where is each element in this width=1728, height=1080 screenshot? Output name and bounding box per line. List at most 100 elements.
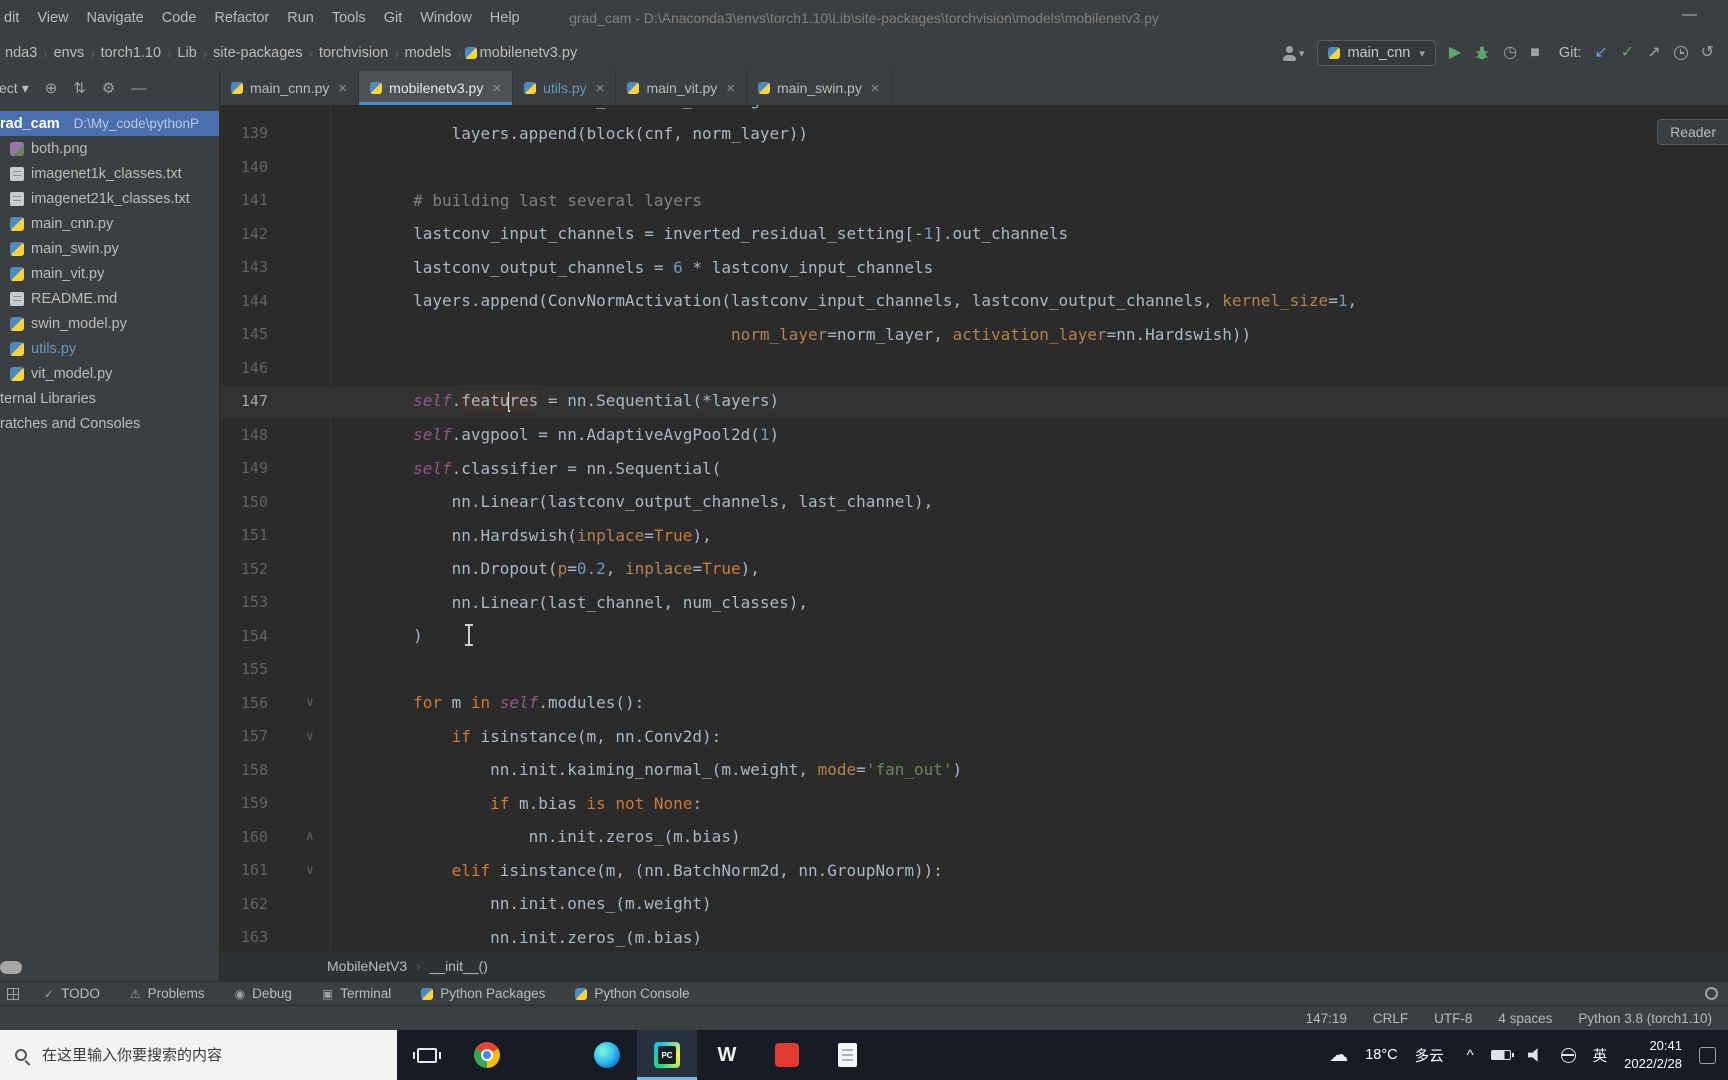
code-line-156[interactable]: 156 ∨ for m in self.modules(): xyxy=(220,686,1728,720)
code-line-146[interactable]: 146 xyxy=(220,351,1728,385)
hidden-icons-chevron[interactable]: ^ xyxy=(1467,1047,1474,1064)
code-line-143[interactable]: 143 lastconv_output_channels = 6 * lastc… xyxy=(220,251,1728,285)
tool-window-terminal[interactable]: ▣ Terminal xyxy=(307,982,406,1005)
close-tab-icon[interactable]: × xyxy=(871,80,880,97)
code-editor[interactable]: 138 for cnf in inverted_residual_setting… xyxy=(220,105,1728,950)
status-147-19[interactable]: 147:19 xyxy=(1306,1011,1347,1026)
tree-item-main_swin.py[interactable]: main_swin.py xyxy=(0,236,219,261)
code-line-140[interactable]: 140 xyxy=(220,150,1728,184)
line-number[interactable]: 158 xyxy=(220,761,268,779)
line-number[interactable]: 139 xyxy=(220,124,268,142)
code-line-154[interactable]: 154 ) xyxy=(220,619,1728,653)
line-number[interactable]: 145 xyxy=(220,325,268,343)
line-number[interactable]: 155 xyxy=(220,660,268,678)
close-tab-icon[interactable]: × xyxy=(596,80,605,97)
line-number[interactable]: 138 xyxy=(220,105,268,109)
code-line-163[interactable]: 163 nn.init.zeros_(m.bias) xyxy=(220,921,1728,951)
code-line-159[interactable]: 159 if m.bias is not None: xyxy=(220,787,1728,821)
tool-window-python-packages[interactable]: Python Packages xyxy=(406,982,560,1005)
tree-item-ternal-Libraries[interactable]: ternal Libraries xyxy=(0,386,219,411)
status-4-spaces[interactable]: 4 spaces xyxy=(1498,1011,1552,1026)
taskbar-search[interactable] xyxy=(0,1030,397,1080)
code-line-151[interactable]: 151 nn.Hardswish(inplace=True), xyxy=(220,519,1728,553)
weather-description[interactable]: 多云 xyxy=(1415,1045,1444,1066)
code-line-152[interactable]: 152 nn.Dropout(p=0.2, inplace=True), xyxy=(220,552,1728,586)
line-number[interactable]: 151 xyxy=(220,526,268,544)
tab-main_swin.py[interactable]: main_swin.py × xyxy=(747,71,892,105)
taskbar-app-chrome[interactable] xyxy=(457,1030,517,1080)
code-line-161[interactable]: 161 ∨ elif isinstance(m, (nn.BatchNorm2d,… xyxy=(220,854,1728,888)
taskbar-app-pycharm[interactable]: PC xyxy=(637,1030,697,1080)
code-line-145[interactable]: 145 norm_layer=norm_layer, activation_la… xyxy=(220,318,1728,352)
menu-item-refactor[interactable]: Refactor xyxy=(205,10,278,26)
line-number[interactable]: 157 xyxy=(220,727,268,745)
code-line-142[interactable]: 142 lastconv_input_channels = inverted_r… xyxy=(220,217,1728,251)
code-line-141[interactable]: 141 # building last several layers xyxy=(220,184,1728,218)
line-number[interactable]: 160 xyxy=(220,828,268,846)
line-number[interactable]: 153 xyxy=(220,593,268,611)
line-number[interactable]: 162 xyxy=(220,895,268,913)
locate-file-icon[interactable]: ⊕ xyxy=(45,79,58,97)
code-line-149[interactable]: 149 self.classifier = nn.Sequential( xyxy=(220,452,1728,486)
breadcrumb-item[interactable]: nda3 xyxy=(2,45,40,61)
close-tab-icon[interactable]: × xyxy=(338,80,347,97)
fold-marker-icon[interactable]: ∨ xyxy=(268,729,330,744)
fold-marker-icon[interactable]: ∨ xyxy=(268,695,330,710)
code-line-153[interactable]: 153 nn.Linear(last_channel, num_classes)… xyxy=(220,586,1728,620)
volume-icon[interactable] xyxy=(1527,1048,1538,1062)
tool-window-debug[interactable]: ◉ Debug xyxy=(220,982,307,1005)
tree-item-main_cnn.py[interactable]: main_cnn.py xyxy=(0,211,219,236)
reader-mode-popup[interactable]: Reader xyxy=(1657,119,1728,145)
editor-breadcrumb-item[interactable]: __init__() xyxy=(427,958,491,974)
tool-window-python-console[interactable]: Python Console xyxy=(560,982,704,1005)
menu-item-git[interactable]: Git xyxy=(375,10,412,26)
tool-windows-grid-icon[interactable] xyxy=(7,987,19,1000)
fold-marker-icon[interactable]: ∧ xyxy=(268,829,330,844)
commit-button[interactable]: ✓ xyxy=(1621,45,1634,61)
close-tab-icon[interactable]: × xyxy=(492,80,501,97)
user-account-button[interactable]: ▾ xyxy=(1282,45,1304,61)
menu-item-run[interactable]: Run xyxy=(278,10,323,26)
line-number[interactable]: 154 xyxy=(220,627,268,645)
breadcrumb-item[interactable]: mobilenetv3.py xyxy=(477,45,581,61)
tree-item-both.png[interactable]: both.png xyxy=(0,136,219,161)
code-line-157[interactable]: 157 ∨ if isinstance(m, nn.Conv2d): xyxy=(220,720,1728,754)
notification-center-icon[interactable] xyxy=(1699,1046,1716,1064)
fold-marker-icon[interactable]: ∨ xyxy=(268,863,330,878)
code-line-162[interactable]: 162 nn.init.ones_(m.weight) xyxy=(220,887,1728,921)
gear-icon[interactable]: ⚙ xyxy=(102,79,115,97)
line-number[interactable]: 150 xyxy=(220,493,268,511)
network-icon[interactable] xyxy=(1560,1047,1576,1063)
tree-item-imagenet1k_classes.txt[interactable]: imagenet1k_classes.txt xyxy=(0,161,219,186)
clock[interactable]: 20:41 2022/2/28 xyxy=(1624,1037,1682,1073)
update-project-button[interactable]: ↙ xyxy=(1594,45,1607,61)
tree-item-utils.py[interactable]: utils.py xyxy=(0,336,219,361)
line-number[interactable]: 159 xyxy=(220,794,268,812)
weather-temperature[interactable]: 18°C xyxy=(1365,1047,1397,1063)
panel-scrollbar[interactable] xyxy=(0,961,22,974)
rollback-button[interactable]: ↺ xyxy=(1701,45,1714,61)
taskbar-app-doc[interactable] xyxy=(817,1030,877,1080)
line-number[interactable]: 146 xyxy=(220,359,268,377)
tab-mobilenetv3.py[interactable]: mobilenetv3.py × xyxy=(359,71,514,105)
input-language-indicator[interactable]: 英 xyxy=(1593,1045,1608,1066)
line-number[interactable]: 140 xyxy=(220,158,268,176)
tool-window-todo[interactable]: ✓ TODO xyxy=(29,982,115,1005)
tab-utils.py[interactable]: utils.py × xyxy=(513,71,617,105)
event-log-icon[interactable] xyxy=(1705,987,1718,1000)
line-number[interactable]: 144 xyxy=(220,292,268,310)
battery-icon[interactable] xyxy=(1490,1050,1514,1060)
tab-main_vit.py[interactable]: main_vit.py × xyxy=(616,71,748,105)
status-CRLF[interactable]: CRLF xyxy=(1373,1011,1408,1026)
status-UTF-8[interactable]: UTF-8 xyxy=(1434,1011,1472,1026)
code-line-150[interactable]: 150 nn.Linear(lastconv_output_channels, … xyxy=(220,485,1728,519)
minimize-button[interactable]: — xyxy=(1672,0,1707,29)
code-line-148[interactable]: 148 self.avgpool = nn.AdaptiveAvgPool2d(… xyxy=(220,418,1728,452)
breadcrumb-item[interactable]: envs xyxy=(51,45,88,61)
line-number[interactable]: 148 xyxy=(220,426,268,444)
breadcrumb-item[interactable]: torch1.10 xyxy=(98,45,164,61)
line-number[interactable]: 163 xyxy=(220,928,268,946)
close-tab-icon[interactable]: × xyxy=(726,80,735,97)
profiler-button[interactable]: ◷ xyxy=(1503,45,1517,61)
taskbar-app-edge[interactable] xyxy=(577,1030,637,1080)
